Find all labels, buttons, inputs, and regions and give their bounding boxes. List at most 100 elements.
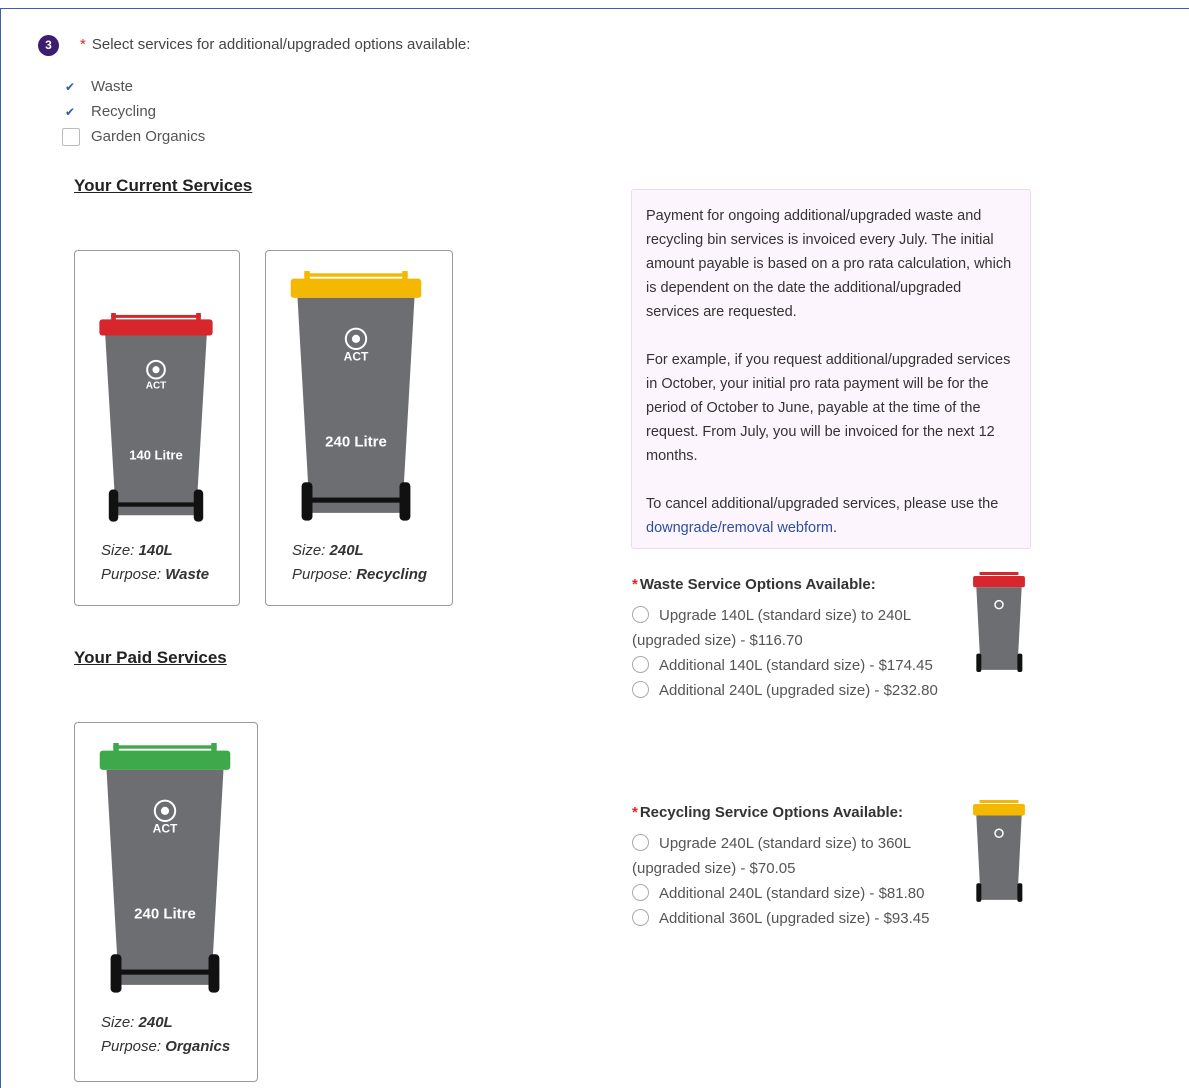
recycling-bin-thumbnail-icon — [973, 800, 1025, 902]
option-label: Additional 240L (standard size) - $81.80 — [659, 885, 925, 902]
current-waste-bin-card: ACT 140 Litre Size: 140L Purpose: Waste — [74, 250, 240, 606]
option-label: Additional 140L (standard size) - $174.4… — [659, 657, 933, 674]
paid-services-heading: Your Paid Services — [74, 648, 227, 667]
unchecked-box-icon[interactable] — [62, 127, 80, 146]
bin-body — [297, 297, 415, 513]
size-label: Size: — [292, 542, 326, 559]
question-label: * Select services for additional/upgraded… — [80, 36, 470, 53]
bin-lid — [290, 278, 422, 298]
waste-options-title: * Waste Service Options Available: — [632, 571, 952, 599]
purpose-label: Purpose: — [101, 1038, 162, 1055]
bin-purpose-line: Purpose: Organics — [101, 1035, 230, 1059]
waste-bin-thumbnail-icon — [973, 572, 1025, 672]
bin-size-line: Size: 240L — [292, 539, 364, 563]
bin-body — [976, 587, 1022, 670]
bin-handle-bar — [979, 572, 1019, 575]
purpose-value: Organics — [165, 1038, 231, 1055]
bin-brand-text: ACT — [153, 822, 178, 836]
checkbox-label: Garden Organics — [91, 128, 206, 145]
bin-wheel — [976, 653, 982, 672]
radio-button[interactable] — [632, 656, 649, 673]
purpose-value: Recycling — [356, 566, 428, 583]
bin-lid — [973, 804, 1025, 816]
bin-handle-bar — [113, 745, 217, 749]
waste-option-upgrade-240[interactable]: Upgrade 140L (standard size) to 240L (up… — [632, 603, 952, 653]
act-logo-dot — [351, 334, 361, 343]
bin-axle — [113, 969, 217, 975]
checkmark-icon[interactable]: ✔ — [62, 104, 78, 120]
bin-capacity-text: 140 Litre — [129, 448, 182, 463]
bin-size-line: Size: 240L — [101, 1011, 173, 1035]
info-text: To cancel additional/upgraded services, … — [646, 496, 999, 512]
bin-capacity-text: 240 Litre — [325, 433, 387, 450]
info-paragraph: For example, if you request additional/u… — [646, 352, 1011, 464]
act-logo-dot — [160, 806, 170, 815]
bin-body — [105, 335, 207, 516]
recycling-option-upgrade-360[interactable]: Upgrade 240L (standard size) to 360L (up… — [632, 831, 952, 881]
recycling-options-group: * Recycling Service Options Available: Up… — [632, 799, 952, 931]
downgrade-removal-webform-link[interactable]: downgrade/removal webform — [646, 520, 833, 536]
option-label: Additional 360L (upgraded size) - $93.45 — [659, 910, 930, 927]
purpose-label: Purpose: — [101, 566, 162, 583]
info-paragraph: Payment for ongoing additional/upgraded … — [646, 208, 1012, 320]
radio-button[interactable] — [632, 606, 649, 623]
checkbox-label: Waste — [91, 78, 133, 95]
service-checkbox-group: ✔ Waste ✔ Recycling Garden Organics — [62, 74, 205, 149]
waste-options-group: * Waste Service Options Available: Upgrad… — [632, 571, 952, 703]
bin-handle-bar — [979, 800, 1019, 803]
checkbox-garden-organics[interactable]: Garden Organics — [62, 124, 205, 149]
bin-handle-bar — [111, 314, 201, 318]
bin-body — [106, 769, 224, 985]
size-value: 140L — [138, 542, 173, 559]
recycling-option-additional-240[interactable]: Additional 240L (standard size) - $81.80 — [632, 881, 952, 906]
bin-wheel — [1017, 653, 1023, 672]
bin-axle — [111, 502, 201, 507]
bin-capacity-text: 240 Litre — [134, 905, 196, 922]
bin-lid — [99, 750, 231, 770]
bin-wheel — [1017, 883, 1023, 902]
question-text: Select services for additional/upgraded … — [91, 36, 471, 53]
bin-axle — [304, 497, 408, 503]
size-value: 240L — [329, 542, 364, 559]
info-text: . — [832, 520, 838, 536]
paid-organics-bin-card: ACT 240 Litre Size: 240L Purpose: Organic… — [74, 722, 258, 1082]
bin-size-line: Size: 140L — [101, 539, 173, 563]
act-logo-dot — [152, 366, 160, 374]
radio-button[interactable] — [632, 681, 649, 698]
size-value: 240L — [138, 1014, 173, 1031]
waste-bin-icon: ACT 140 Litre — [99, 313, 213, 522]
purpose-label: Purpose: — [292, 566, 353, 583]
option-label: Additional 240L (upgraded size) - $232.8… — [659, 682, 938, 699]
current-services-heading: Your Current Services — [74, 176, 253, 195]
checkbox-waste[interactable]: ✔ Waste — [62, 74, 205, 99]
bin-brand-text: ACT — [146, 381, 167, 392]
radio-button[interactable] — [632, 884, 649, 901]
bin-purpose-line: Purpose: Recycling — [292, 563, 427, 587]
waste-option-additional-240[interactable]: Additional 240L (upgraded size) - $232.8… — [632, 678, 952, 703]
bin-lid — [973, 576, 1025, 588]
options-title-text: Waste Service Options Available: — [639, 576, 876, 593]
bin-brand-text: ACT — [344, 350, 369, 364]
checkmark-icon[interactable]: ✔ — [62, 79, 78, 95]
waste-option-additional-140[interactable]: Additional 140L (standard size) - $174.4… — [632, 653, 952, 678]
size-label: Size: — [101, 1014, 135, 1031]
bin-handle-bar — [304, 273, 408, 277]
recycling-bin-icon: ACT 240 Litre — [290, 271, 422, 521]
step-number-badge: 3 — [38, 35, 59, 56]
radio-button[interactable] — [632, 834, 649, 851]
bin-body — [976, 815, 1022, 900]
bin-lid — [99, 319, 213, 336]
size-label: Size: — [101, 542, 135, 559]
recycling-option-additional-360[interactable]: Additional 360L (upgraded size) - $93.45 — [632, 906, 952, 931]
info-paragraph: To cancel additional/upgraded services, … — [646, 492, 1016, 540]
recycling-options-title: * Recycling Service Options Available: — [632, 799, 952, 827]
current-recycling-bin-card: ACT 240 Litre Size: 240L Purpose: Recycli… — [265, 250, 453, 606]
option-label: Upgrade 240L (standard size) to 360L (up… — [632, 835, 911, 877]
payment-info-box: Payment for ongoing additional/upgraded … — [631, 189, 1031, 549]
checkbox-recycling[interactable]: ✔ Recycling — [62, 99, 205, 124]
radio-button[interactable] — [632, 909, 649, 926]
required-asterisk: * — [632, 576, 638, 593]
bin-wheel — [976, 883, 982, 902]
bin-purpose-line: Purpose: Waste — [101, 563, 209, 587]
options-title-text: Recycling Service Options Available: — [639, 804, 903, 821]
